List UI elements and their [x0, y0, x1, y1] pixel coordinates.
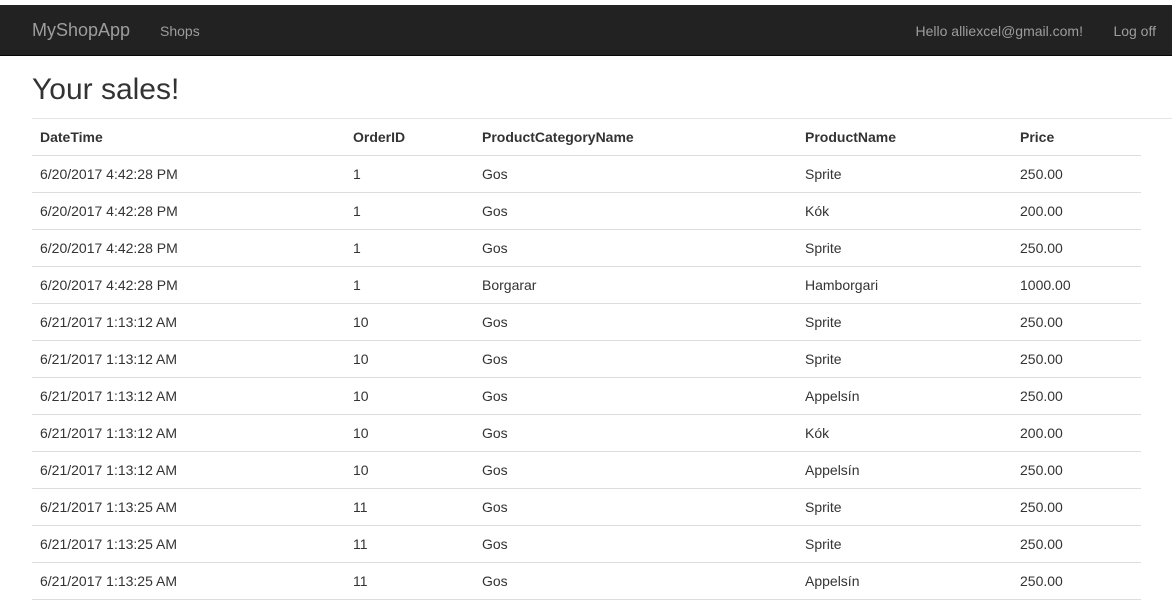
cell-price: 250.00 — [1012, 155, 1141, 193]
header-product-category-name: ProductCategoryName — [474, 119, 797, 156]
table-row: 6/21/2017 1:13:12 AM 10 Gos Appelsín 250.00 — [32, 377, 1141, 415]
nav-shops-link[interactable]: Shops — [160, 22, 200, 40]
cell-product-name: Hamborgari — [797, 266, 1012, 304]
table-row: 6/21/2017 1:13:25 AM 11 Gos Appelsín 250.00 — [32, 562, 1141, 600]
cell-product-name: Sprite — [797, 155, 1012, 193]
table-row: 6/21/2017 1:13:25 AM 11 Gos Sprite 250.00 — [32, 525, 1141, 563]
cell-product-category: Gos — [474, 340, 797, 378]
cell-product-name: Sprite — [797, 525, 1012, 563]
table-row: 6/20/2017 4:42:28 PM 1 Gos Sprite 250.00 — [32, 229, 1141, 267]
user-greeting-link[interactable]: Hello alliexcel@gmail.com! — [916, 22, 1084, 40]
table-row: 6/21/2017 1:13:25 AM 11 Gos Sprite 250.00 — [32, 488, 1141, 526]
table-body: 6/20/2017 4:42:28 PM 1 Gos Sprite 250.00 6/20… — [32, 155, 1141, 600]
cell-product-name: Sprite — [797, 303, 1012, 341]
header-product-name: ProductName — [797, 119, 1012, 156]
cell-product-category: Gos — [474, 414, 797, 452]
cell-datetime: 6/21/2017 1:13:25 AM — [32, 562, 345, 600]
cell-datetime: 6/21/2017 1:13:25 AM — [32, 525, 345, 563]
cell-datetime: 6/20/2017 4:42:28 PM — [32, 266, 345, 304]
table-row: 6/20/2017 4:42:28 PM 1 Gos Kók 200.00 — [32, 192, 1141, 230]
cell-orderid: 1 — [345, 192, 474, 230]
cell-price: 200.00 — [1012, 192, 1141, 230]
header-orderid: OrderID — [345, 119, 474, 156]
navbar: MyShopApp Shops Hello alliexcel@gmail.co… — [0, 5, 1172, 56]
cell-orderid: 1 — [345, 155, 474, 193]
cell-product-name: Kók — [797, 192, 1012, 230]
header-datetime: DateTime — [32, 119, 345, 156]
cell-product-name: Kók — [797, 414, 1012, 452]
cell-product-name: Sprite — [797, 229, 1012, 267]
cell-orderid: 10 — [345, 303, 474, 341]
table-row: 6/21/2017 1:13:12 AM 10 Gos Sprite 250.00 — [32, 340, 1141, 378]
cell-product-category: Gos — [474, 192, 797, 230]
log-off-link[interactable]: Log off — [1113, 22, 1156, 40]
cell-orderid: 1 — [345, 266, 474, 304]
cell-datetime: 6/21/2017 1:13:25 AM — [32, 488, 345, 526]
cell-datetime: 6/20/2017 4:42:28 PM — [32, 192, 345, 230]
cell-orderid: 10 — [345, 340, 474, 378]
cell-orderid: 10 — [345, 377, 474, 415]
cell-price: 250.00 — [1012, 451, 1141, 489]
cell-product-category: Gos — [474, 488, 797, 526]
table-row: 6/20/2017 4:42:28 PM 1 Gos Sprite 250.00 — [32, 155, 1141, 193]
cell-price: 250.00 — [1012, 303, 1141, 341]
cell-product-name: Appelsín — [797, 451, 1012, 489]
cell-product-name: Appelsín — [797, 377, 1012, 415]
cell-product-name: Sprite — [797, 488, 1012, 526]
cell-product-category: Gos — [474, 377, 797, 415]
table-row: 6/21/2017 1:13:12 AM 10 Gos Appelsín 250.00 — [32, 451, 1141, 489]
cell-orderid: 11 — [345, 488, 474, 526]
cell-orderid: 10 — [345, 414, 474, 452]
cell-orderid: 11 — [345, 562, 474, 600]
cell-price: 200.00 — [1012, 414, 1141, 452]
cell-datetime: 6/21/2017 1:13:12 AM — [32, 340, 345, 378]
cell-datetime: 6/20/2017 4:42:28 PM — [32, 229, 345, 267]
cell-orderid: 1 — [345, 229, 474, 267]
table-row: 6/21/2017 1:13:12 AM 10 Gos Kók 200.00 — [32, 414, 1141, 452]
table-row: 6/20/2017 4:42:28 PM 1 Borgarar Hamborgari 1… — [32, 266, 1141, 304]
cell-product-name: Appelsín — [797, 562, 1012, 600]
cell-price: 250.00 — [1012, 488, 1141, 526]
cell-product-category: Gos — [474, 525, 797, 563]
cell-orderid: 11 — [345, 525, 474, 563]
cell-price: 250.00 — [1012, 229, 1141, 267]
cell-datetime: 6/20/2017 4:42:28 PM — [32, 155, 345, 193]
cell-product-category: Gos — [474, 303, 797, 341]
cell-price: 250.00 — [1012, 340, 1141, 378]
cell-price: 250.00 — [1012, 562, 1141, 600]
cell-price: 250.00 — [1012, 525, 1141, 563]
page-title: Your sales! — [32, 73, 180, 106]
cell-datetime: 6/21/2017 1:13:12 AM — [32, 303, 345, 341]
table-row: 6/21/2017 1:13:12 AM 10 Gos Sprite 250.00 — [32, 303, 1141, 341]
cell-datetime: 6/21/2017 1:13:12 AM — [32, 377, 345, 415]
table-header-row: DateTime OrderID ProductCategoryName Pro… — [32, 119, 1141, 156]
brand-link[interactable]: MyShopApp — [32, 20, 130, 40]
cell-price: 1000.00 — [1012, 266, 1141, 304]
cell-product-name: Sprite — [797, 340, 1012, 378]
cell-orderid: 10 — [345, 451, 474, 489]
cell-datetime: 6/21/2017 1:13:12 AM — [32, 414, 345, 452]
sales-table: DateTime OrderID ProductCategoryName Pro… — [32, 119, 1141, 600]
cell-product-category: Gos — [474, 562, 797, 600]
cell-price: 250.00 — [1012, 377, 1141, 415]
cell-datetime: 6/21/2017 1:13:12 AM — [32, 451, 345, 489]
cell-product-category: Gos — [474, 155, 797, 193]
header-price: Price — [1012, 119, 1141, 156]
cell-product-category: Gos — [474, 229, 797, 267]
cell-product-category: Borgarar — [474, 266, 797, 304]
cell-product-category: Gos — [474, 451, 797, 489]
